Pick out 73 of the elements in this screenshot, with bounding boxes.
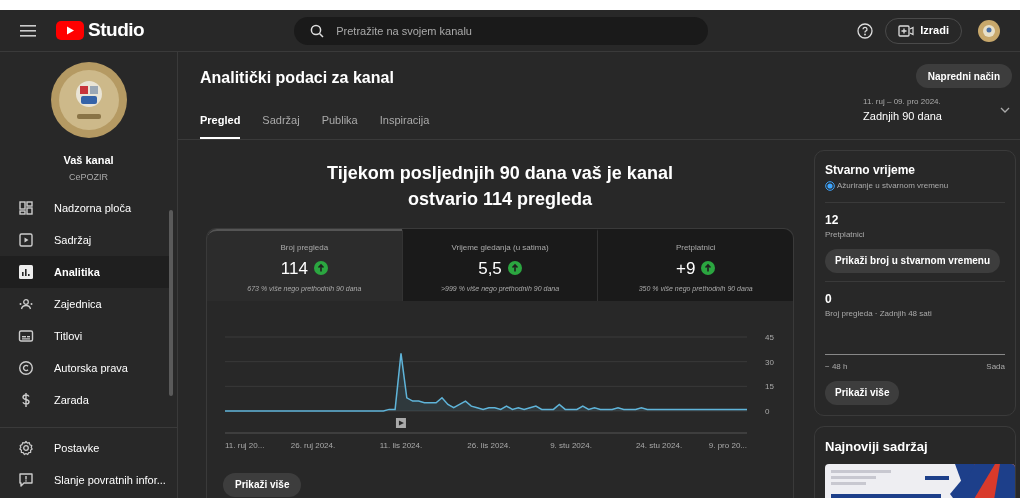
show-more-button[interactable]: Prikaži više <box>223 472 302 497</box>
live-dot-icon <box>825 180 835 191</box>
sidebar-item[interactable]: Slanje povratnih infor... <box>0 464 177 496</box>
tab[interactable]: Sadržaj <box>262 112 300 139</box>
x-tick-label: 26. lis 2024. <box>467 440 511 450</box>
sidebar-item[interactable]: Analitika <box>0 256 169 288</box>
trend-up-icon <box>507 261 522 276</box>
page-title: Analitički podaci za kanal <box>200 68 395 88</box>
metric-label: Pretplatnici <box>675 241 716 254</box>
chevron-down-icon <box>1000 107 1010 114</box>
sidebar-item[interactable]: Postavke <box>0 432 177 464</box>
dashboard-icon <box>18 200 34 216</box>
x-tick-label: 11. lis 2024. <box>379 440 423 450</box>
x-tick-label: 26. ruj 2024. <box>290 440 336 450</box>
date-range-picker[interactable]: 11. ruj – 09. pro 2024. Zadnjih 90 dana <box>863 96 1010 125</box>
x-tick-label: 9. pro 20... <box>708 440 747 450</box>
scrollbar[interactable] <box>169 210 173 396</box>
trend-up-icon <box>701 261 716 276</box>
axis-label: − 48 h <box>825 360 848 373</box>
tab[interactable]: Pregled <box>200 112 241 139</box>
help-icon[interactable] <box>857 22 874 39</box>
sidebar-item[interactable]: Titlovi <box>0 320 169 352</box>
people-icon <box>18 296 34 312</box>
trend-up-icon <box>313 261 328 276</box>
channel-name: CePOZIR <box>69 170 108 184</box>
card-title: Stvarno vrijeme <box>825 161 917 179</box>
metric-label: Broj pregleda <box>280 241 329 254</box>
search-icon <box>310 23 325 38</box>
views-label: Broj pregleda · Zadnjih 48 sati <box>825 307 933 320</box>
tab[interactable]: Inspiracija <box>379 112 430 139</box>
sidebar-item[interactable]: Zarada <box>0 384 169 416</box>
settings-icon <box>18 440 34 456</box>
axis-label: Sada <box>986 360 1005 373</box>
y-tick-label: 0 <box>765 406 770 416</box>
live-label: Ažuriranje u stvarnom vremenu <box>837 179 949 192</box>
add-video-icon <box>898 23 915 38</box>
studio-logo[interactable]: Studio <box>56 16 145 45</box>
card-title: Najnoviji sadržaj <box>825 437 929 456</box>
metric-label: Vrijeme gledanja (u satima) <box>451 241 549 254</box>
y-tick-label: 45 <box>765 332 774 342</box>
subscriber-count: 12 <box>825 211 840 229</box>
feedback-icon <box>18 472 34 488</box>
sidebar-item[interactable]: Nadzorna ploča <box>0 192 169 224</box>
sidebar-item[interactable]: Zajednica <box>0 288 169 320</box>
x-tick-label: 9. stu 2024. <box>550 440 592 450</box>
metric-value: +9 <box>676 257 696 280</box>
channel-label: Vaš kanal <box>63 153 114 168</box>
sidebar-item[interactable]: Autorska prava <box>0 352 169 384</box>
account-avatar[interactable] <box>978 19 1000 42</box>
video-marker-icon[interactable] <box>395 417 406 428</box>
video-icon <box>18 232 34 248</box>
subtitles-icon <box>18 328 34 344</box>
x-tick-label: 11. ruj 20... <box>225 440 265 450</box>
summary-headline: Tijekom posljednjih 90 dana vaš je kanal ostvario 114 pregleda <box>326 161 674 211</box>
period-label: Zadnjih 90 dana <box>863 109 942 124</box>
chart-icon <box>18 264 34 280</box>
metric-value: 114 <box>280 257 308 280</box>
tab[interactable]: Publika <box>321 112 358 139</box>
advanced-mode-button[interactable]: Napredni način <box>915 64 1012 88</box>
play-icon <box>56 21 84 40</box>
views-count: 0 <box>825 290 833 308</box>
search-field[interactable]: Pretražite na svojem kanalu <box>294 16 709 45</box>
realtime-count-button[interactable]: Prikaži broj u stvarnom vremenu <box>825 248 1001 273</box>
menu-icon[interactable] <box>20 23 36 38</box>
x-tick-label: 24. stu 2024. <box>635 440 683 450</box>
show-more-button[interactable]: Prikaži više <box>825 380 900 405</box>
date-range: 11. ruj – 09. pro 2024. <box>863 96 942 108</box>
subscriber-label: Pretplatnici <box>825 228 866 241</box>
sidebar-item[interactable]: Sadržaj <box>0 224 169 256</box>
y-tick-label: 30 <box>765 357 774 367</box>
copyright-icon <box>18 360 34 376</box>
metric-value: 5,5 <box>478 257 502 280</box>
y-tick-label: 15 <box>765 381 774 391</box>
